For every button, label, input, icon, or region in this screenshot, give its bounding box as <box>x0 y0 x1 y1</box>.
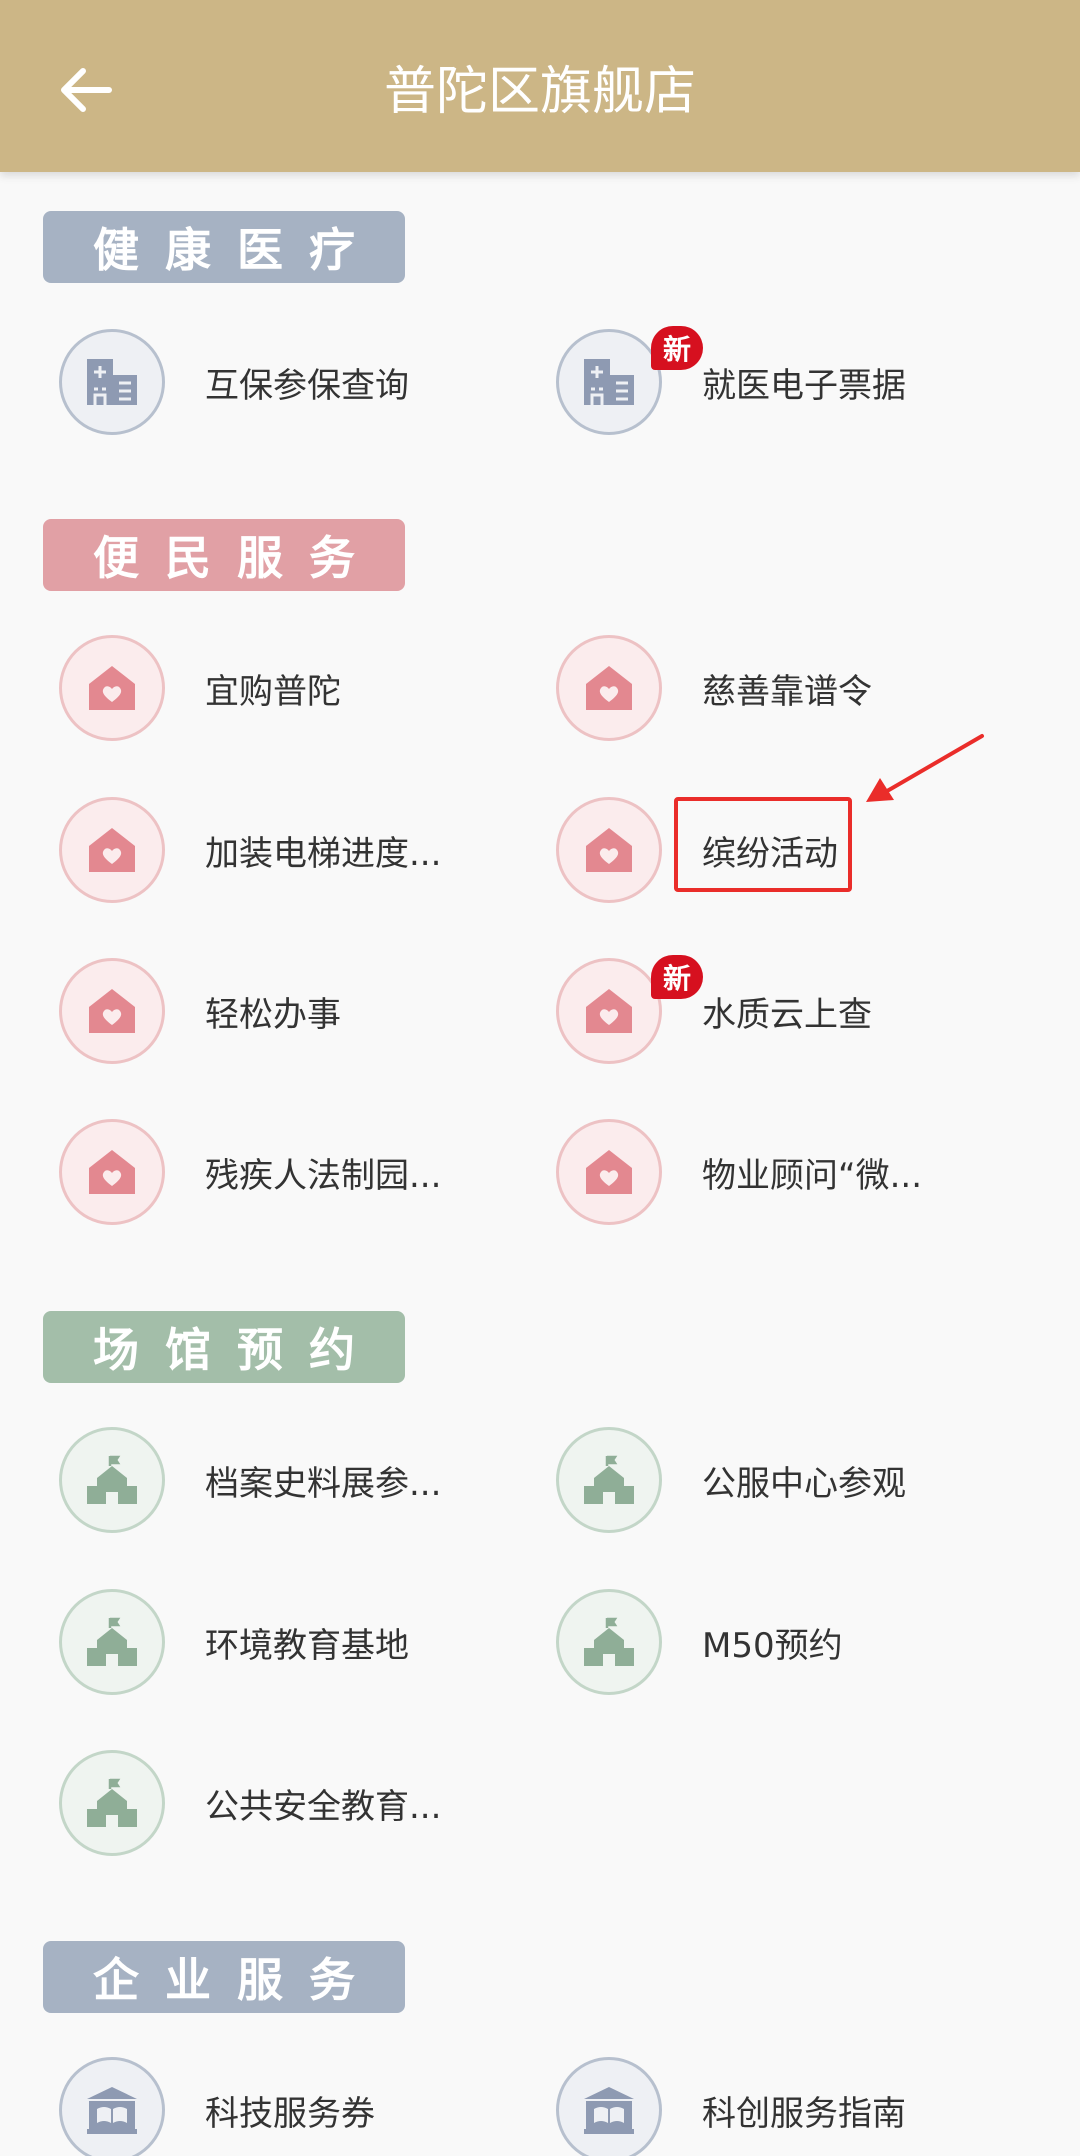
service-item[interactable]: 档案史料展参... <box>59 1425 549 1535</box>
icon-wrapper <box>556 635 662 741</box>
icon-wrapper <box>59 635 165 741</box>
icon-wrapper <box>59 1427 165 1533</box>
service-item[interactable]: 宜购普陀 <box>59 633 549 743</box>
service-item[interactable]: 环境教育基地 <box>59 1587 549 1697</box>
service-item[interactable]: 加装电梯进度... <box>59 795 549 905</box>
section-title: 健康医疗 <box>43 211 405 283</box>
icon-wrapper <box>59 797 165 903</box>
icon-wrapper <box>59 958 165 1064</box>
service-item[interactable]: 轻松办事 <box>59 956 549 1066</box>
house-heart-icon <box>89 666 135 710</box>
item-label: M50预约 <box>702 1625 843 1666</box>
library-icon <box>87 2087 137 2134</box>
house-heart-icon <box>586 1150 632 1194</box>
item-label: 残疾人法制园... <box>205 1155 442 1196</box>
item-label: 科技服务券 <box>205 2093 375 2134</box>
icon-wrapper <box>556 1119 662 1225</box>
service-item[interactable]: 科技服务券 <box>59 2055 549 2156</box>
house-heart-icon <box>586 828 632 872</box>
section-title: 企业服务 <box>43 1941 405 2013</box>
icon-wrapper <box>556 797 662 903</box>
annotation-arrow-icon <box>866 734 984 802</box>
icon-wrapper <box>59 2057 165 2156</box>
service-item[interactable]: 互保参保查询 <box>59 327 549 437</box>
icon-wrapper <box>556 1589 662 1695</box>
item-label: 轻松办事 <box>205 994 341 1035</box>
hospital-icon <box>87 359 137 405</box>
item-label: 慈善靠谱令 <box>702 671 872 712</box>
icon-wrapper <box>59 1750 165 1856</box>
house-heart-icon <box>89 989 135 1033</box>
house-heart-icon <box>586 666 632 710</box>
icon-wrapper: 新 <box>556 955 703 1064</box>
top-bar: 普陀区旗舰店 <box>0 0 1080 172</box>
new-badge: 新 <box>651 955 703 999</box>
service-item[interactable]: 残疾人法制园... <box>59 1117 549 1227</box>
item-label: 互保参保查询 <box>205 365 409 406</box>
new-badge: 新 <box>651 326 703 370</box>
venue-icon <box>87 1778 137 1827</box>
icon-wrapper: 新 <box>556 326 703 435</box>
service-item[interactable]: 公服中心参观 <box>556 1425 1046 1535</box>
house-heart-icon <box>89 828 135 872</box>
venue-icon <box>87 1455 137 1504</box>
section-title: 便民服务 <box>43 519 405 591</box>
item-label: 公共安全教育... <box>205 1786 442 1827</box>
service-item[interactable]: 公共安全教育... <box>59 1748 549 1858</box>
service-item[interactable]: 慈善靠谱令 <box>556 633 1046 743</box>
house-heart-icon <box>586 989 632 1033</box>
item-label: 档案史料展参... <box>205 1463 442 1504</box>
item-label: 水质云上查 <box>702 994 872 1035</box>
hospital-icon <box>584 359 634 405</box>
house-heart-icon <box>89 1150 135 1194</box>
venue-icon <box>87 1617 137 1666</box>
venue-icon <box>584 1617 634 1666</box>
library-icon <box>584 2087 634 2134</box>
item-label: 公服中心参观 <box>702 1463 906 1504</box>
item-label: 物业顾问“微... <box>702 1155 923 1196</box>
item-label: 就医电子票据 <box>702 365 906 406</box>
icon-wrapper <box>59 329 165 435</box>
annotation-highlight-box <box>674 797 852 892</box>
service-item[interactable]: M50预约 <box>556 1587 1046 1697</box>
item-label: 科创服务指南 <box>702 2093 906 2134</box>
item-label: 环境教育基地 <box>205 1625 409 1666</box>
icon-wrapper <box>556 2057 662 2156</box>
page-title: 普陀区旗舰店 <box>383 62 696 122</box>
section-title: 场馆预约 <box>43 1311 405 1383</box>
service-item[interactable]: 科创服务指南 <box>556 2055 1046 2156</box>
venue-icon <box>584 1455 634 1504</box>
item-label: 加装电梯进度... <box>205 833 442 874</box>
icon-wrapper <box>556 1427 662 1533</box>
icon-wrapper <box>59 1119 165 1225</box>
service-item[interactable]: 物业顾问“微... <box>556 1117 1046 1227</box>
service-item[interactable]: 新 水质云上查 <box>556 955 1046 1066</box>
icon-wrapper <box>59 1589 165 1695</box>
service-item[interactable]: 新 就医电子票据 <box>556 326 1046 437</box>
item-label: 宜购普陀 <box>205 671 341 712</box>
